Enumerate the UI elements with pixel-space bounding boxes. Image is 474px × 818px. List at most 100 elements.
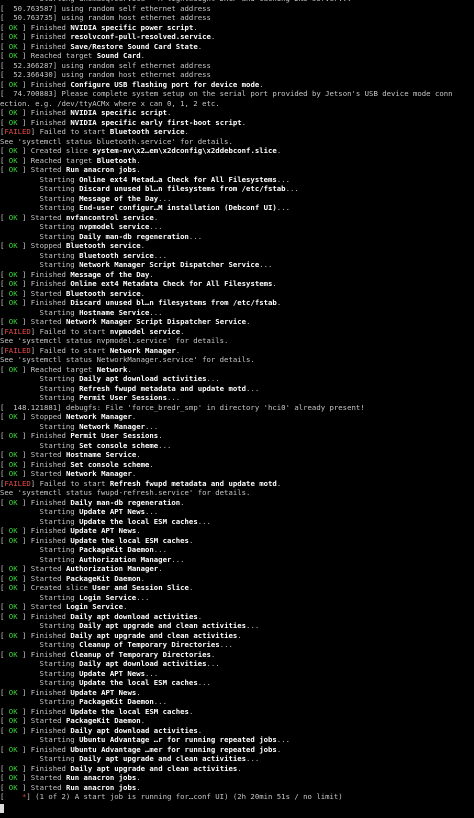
log-line: Starting Ubuntu Advantage …r for running… bbox=[0, 735, 474, 745]
log-line: [ OK ] Finished NVIDIA specific script. bbox=[0, 108, 172, 117]
log-message-prefix: Starting bbox=[39, 440, 80, 450]
log-message-prefix: Finished bbox=[30, 744, 71, 754]
log-message-prefix: Starting bbox=[39, 174, 80, 184]
unit-name: Daily apt upgrade and clean activities bbox=[79, 621, 247, 630]
log-message-prefix: Starting bbox=[39, 621, 80, 630]
log-line: Starting Bluetooth service... bbox=[0, 251, 474, 261]
log-line: [FAILED] Failed to start Network Manager… bbox=[0, 345, 181, 355]
unit-name: nvpmodel service bbox=[109, 326, 181, 336]
log-message-suffix: ... bbox=[166, 393, 181, 402]
log-line: [ OK ] Created slice User and Session Sl… bbox=[0, 583, 194, 592]
log-message-suffix: . bbox=[149, 459, 154, 469]
status-failed: FAILED bbox=[4, 345, 31, 355]
unit-name: Permit User Sessions bbox=[79, 393, 167, 402]
status-ok: OK bbox=[4, 32, 22, 41]
status-ok: OK bbox=[4, 526, 22, 535]
log-line: [ OK ] Reached target Network. bbox=[0, 364, 132, 374]
log-line: [ OK ] Started Network Manager Script Di… bbox=[0, 317, 251, 326]
log-message-suffix: . bbox=[237, 630, 242, 640]
log-message-prefix: Finished bbox=[30, 22, 71, 32]
log-message-prefix: Starting bbox=[39, 545, 80, 554]
log-message-suffix: . bbox=[276, 298, 282, 307]
kernel-timestamp: 52.366287 bbox=[13, 60, 53, 70]
log-message-prefix: Started bbox=[30, 212, 66, 222]
log-line: Starting Online ext4 Metad…a Check for A… bbox=[0, 175, 474, 185]
status-ok: OK bbox=[4, 611, 22, 621]
log-message-suffix: ... bbox=[206, 374, 220, 383]
log-message-suffix: . bbox=[140, 51, 146, 60]
log-message-suffix: . bbox=[136, 782, 141, 792]
log-line: [ OK ] Finished Save/Restore Sound Card … bbox=[0, 41, 203, 51]
log-message-suffix: . bbox=[158, 564, 163, 573]
unit-name: Refresh fwupd metadata and update motd bbox=[79, 383, 247, 393]
unit-name: Hostname Service bbox=[65, 450, 137, 459]
log-line: Starting PackageKit Daemon... bbox=[0, 697, 474, 707]
log-message-prefix: Failed to start bbox=[39, 345, 110, 355]
log-line: [ OK ] Started Run anacron jobs. bbox=[0, 782, 141, 792]
unit-name: Daily apt upgrade and clean activities bbox=[70, 763, 238, 773]
log-line: [ OK ] Finished Daily man-db regeneratio… bbox=[0, 497, 185, 507]
log-line: [ OK ] Started Network Manager. bbox=[0, 469, 137, 478]
log-message-prefix: Starting bbox=[39, 222, 80, 231]
log-line: [ OK ] Started PackageKit Daemon. bbox=[0, 716, 146, 725]
log-line: [ OK ] Finished Daily apt upgrade and cl… bbox=[0, 763, 242, 773]
log-line: [ 52.366287] using random self ethernet … bbox=[0, 60, 211, 70]
log-line: [ OK ] Started nvfancontrol service. bbox=[0, 212, 159, 222]
unit-name: Daily apt download activities bbox=[79, 659, 207, 668]
unit-name: PackageKit Daemon bbox=[65, 716, 141, 725]
log-message-prefix: Finished bbox=[30, 269, 71, 279]
unit-name: Cleanup of Temporary Directories bbox=[79, 640, 220, 649]
unit-name: Daily apt download activities bbox=[70, 725, 198, 735]
unit-name: Online ext4 Metadata Check for All Files… bbox=[70, 279, 273, 288]
log-message-suffix: ... bbox=[145, 668, 159, 678]
log-message-suffix: . bbox=[193, 22, 198, 32]
log-line: [ OK ] Finished Update the local ESM cac… bbox=[0, 535, 194, 545]
log-message-prefix: Finished bbox=[30, 431, 71, 440]
log-message-prefix: Starting bbox=[39, 383, 80, 393]
log-message-suffix: . bbox=[184, 127, 189, 136]
unit-name: User and Session Slice bbox=[92, 583, 189, 592]
status-ok: OK bbox=[4, 716, 22, 725]
log-message-prefix: Started bbox=[30, 602, 66, 611]
status-ok: OK bbox=[4, 630, 22, 640]
log-line: [ OK ] Finished Message of the Day. bbox=[0, 269, 154, 279]
status-ok: OK bbox=[4, 317, 22, 326]
unit-name: Network bbox=[96, 364, 128, 374]
log-message-suffix: ... bbox=[197, 678, 211, 687]
log-message-suffix: . bbox=[140, 716, 146, 725]
log-message-prefix: Starting bbox=[39, 421, 80, 431]
log-message-suffix: . bbox=[140, 241, 146, 250]
status-ok: OK bbox=[4, 469, 22, 478]
log-message: See 'systemctl status NetworkManager.ser… bbox=[0, 355, 255, 364]
log-line: [ OK ] Started Login Service. bbox=[0, 602, 128, 611]
kernel-message: using random self ethernet address bbox=[61, 3, 211, 13]
log-message-suffix: . bbox=[210, 649, 216, 659]
log-message-prefix: Failed to start bbox=[39, 478, 110, 488]
log-line: [ OK ] Finished Configure USB flashing p… bbox=[0, 79, 264, 89]
unit-name: Bluetooth bbox=[96, 155, 137, 165]
log-message-prefix: Reached target bbox=[30, 155, 97, 165]
log-line: [ OK ] Started Bluetooth service. bbox=[0, 288, 146, 298]
unit-name: Discard unused bl…n filesystems from /et… bbox=[70, 298, 277, 307]
log-message-prefix: Finished bbox=[30, 725, 71, 735]
log-line: [ 74.700883] Please complete system setu… bbox=[0, 89, 453, 98]
log-line: [ OK ] Finished Update APT News. bbox=[0, 687, 141, 697]
log-message-prefix: Stopped bbox=[30, 241, 66, 250]
unit-name: Login Service bbox=[79, 592, 137, 602]
unit-name: Update APT News bbox=[79, 668, 145, 678]
unit-name: NVIDIA specific script bbox=[70, 108, 167, 117]
log-message-prefix: Starting bbox=[39, 554, 80, 564]
unit-name: Run anacron jobs bbox=[65, 782, 137, 792]
log-message-prefix: Finished bbox=[30, 497, 71, 507]
log-message-suffix: . bbox=[166, 108, 172, 117]
log-message-prefix: Finished bbox=[30, 763, 71, 773]
log-message-prefix: Reached target bbox=[30, 364, 97, 374]
unit-name: Message of the Day bbox=[70, 269, 150, 279]
log-message-suffix: . bbox=[276, 146, 282, 155]
status-ok: OK bbox=[4, 269, 22, 279]
log-message-suffix: . bbox=[131, 412, 137, 421]
log-message-prefix: Finished bbox=[30, 79, 71, 89]
log-message-suffix: . bbox=[197, 41, 203, 51]
unit-name: Daily apt upgrade and clean activities bbox=[70, 630, 238, 640]
log-message-suffix: . bbox=[136, 526, 141, 535]
